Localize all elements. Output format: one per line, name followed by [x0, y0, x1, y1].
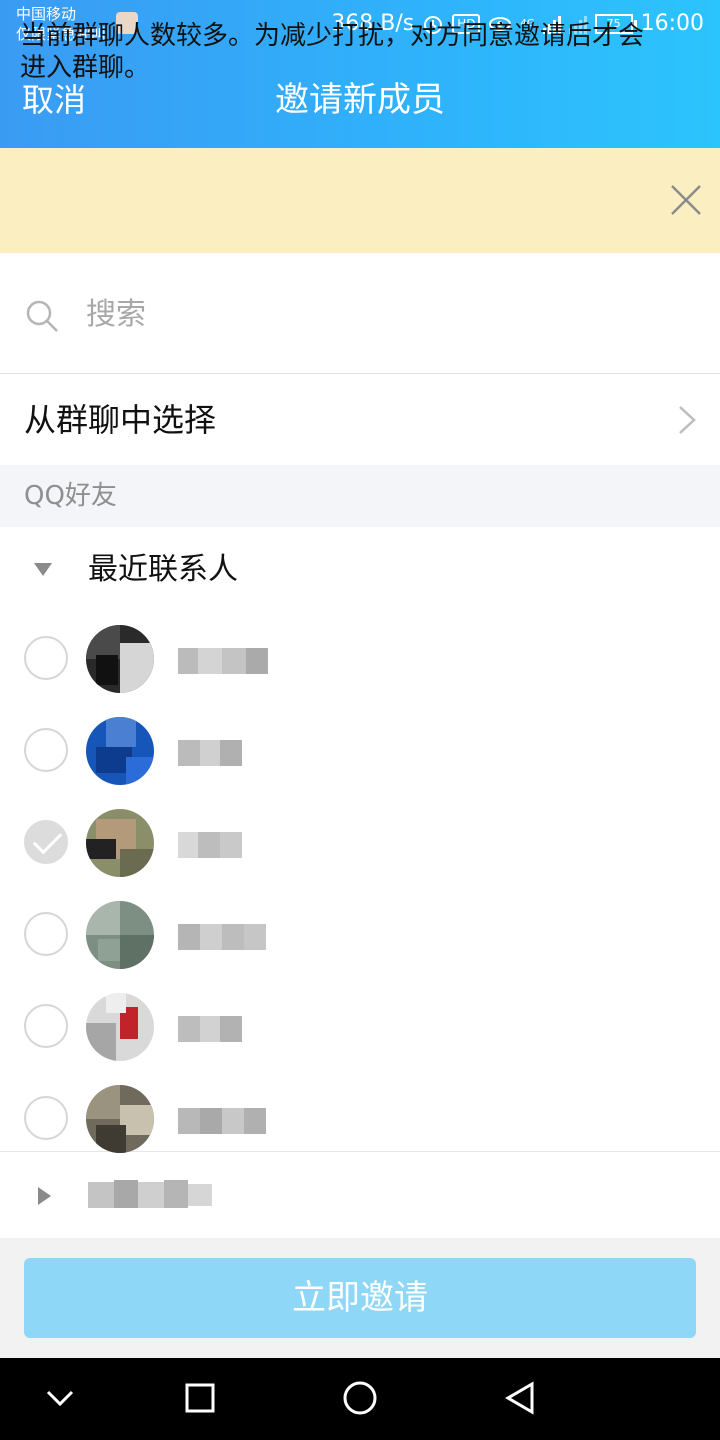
- avatar: [86, 901, 154, 969]
- collapse-arrow-icon[interactable]: [38, 1187, 51, 1205]
- contact-checkbox[interactable]: [24, 636, 68, 680]
- contact-name-blurred: [178, 648, 268, 674]
- contact-name-blurred: [178, 832, 242, 858]
- avatar: [86, 809, 154, 877]
- avatar: [86, 717, 154, 785]
- contact-name-blurred: [178, 924, 266, 950]
- group-label-blurred[interactable]: [88, 1176, 216, 1210]
- avatar: [86, 993, 154, 1061]
- group-label-recent: 最近联系人: [88, 552, 238, 587]
- notice-banner: [0, 148, 720, 253]
- contact-checkbox[interactable]: [24, 912, 68, 956]
- select-from-group-label: 从群聊中选择: [24, 401, 217, 439]
- contact-checkbox[interactable]: [24, 1096, 68, 1140]
- notice-text: 当前群聊人数较多。为减少打扰，对方同意邀请后才会进入群聊。: [20, 21, 645, 83]
- search-icon: [24, 298, 60, 334]
- contact-name-blurred: [178, 1016, 242, 1042]
- avatar: [86, 1085, 154, 1153]
- section-label: QQ好友: [24, 481, 117, 511]
- contact-checkbox[interactable]: [24, 1004, 68, 1048]
- contact-name-blurred: [178, 1108, 266, 1134]
- search-input[interactable]: 搜索: [86, 294, 146, 336]
- hide-keyboard-icon[interactable]: [40, 1378, 80, 1418]
- home-icon[interactable]: [340, 1378, 380, 1418]
- page-title: 邀请新成员: [275, 80, 445, 120]
- clock: 16:00: [640, 11, 704, 36]
- expand-arrow-icon[interactable]: [34, 563, 52, 576]
- contact-checkbox[interactable]: [24, 728, 68, 772]
- back-icon[interactable]: [500, 1378, 540, 1418]
- chevron-right-icon: [676, 404, 698, 436]
- invite-now-button[interactable]: 立即邀请: [24, 1258, 696, 1338]
- contact-name-blurred: [178, 740, 242, 766]
- avatar: [86, 625, 154, 693]
- recents-icon[interactable]: [180, 1378, 220, 1418]
- close-icon[interactable]: [668, 182, 704, 218]
